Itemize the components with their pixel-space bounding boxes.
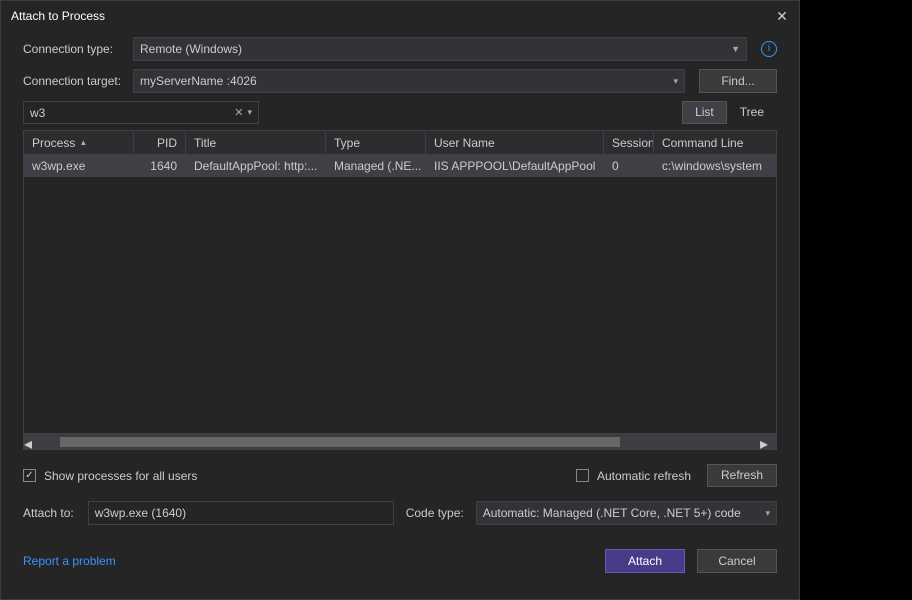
dialog-title: Attach to Process bbox=[11, 9, 105, 23]
report-problem-link[interactable]: Report a problem bbox=[23, 554, 116, 568]
grid-header: Process ▲ PID Title Type User Name Sessi… bbox=[24, 131, 776, 155]
refresh-button[interactable]: Refresh bbox=[707, 464, 777, 487]
filter-input[interactable]: w3 ✕ ▾ bbox=[23, 101, 259, 124]
column-pid[interactable]: PID bbox=[134, 131, 186, 154]
column-process[interactable]: Process ▲ bbox=[24, 131, 134, 154]
scroll-thumb[interactable] bbox=[60, 437, 620, 447]
title-bar: Attach to Process ✕ bbox=[1, 1, 799, 31]
horizontal-scrollbar[interactable]: ◂ ▸ bbox=[24, 433, 776, 449]
code-type-combo[interactable]: Automatic: Managed (.NET Core, .NET 5+) … bbox=[476, 501, 777, 525]
filter-value: w3 bbox=[30, 106, 45, 120]
process-grid: Process ▲ PID Title Type User Name Sessi… bbox=[23, 130, 777, 450]
cell-cmd: c:\windows\system bbox=[654, 155, 776, 177]
column-type[interactable]: Type bbox=[326, 131, 426, 154]
cell-title: DefaultAppPool: http:... bbox=[186, 155, 326, 177]
cell-type: Managed (.NE... bbox=[326, 155, 426, 177]
connection-type-value: Remote (Windows) bbox=[140, 42, 242, 56]
connection-target-value: myServerName :4026 bbox=[140, 74, 257, 88]
cancel-button[interactable]: Cancel bbox=[697, 549, 777, 573]
table-row[interactable]: w3wp.exe 1640 DefaultAppPool: http:... M… bbox=[24, 155, 776, 177]
connection-type-label: Connection type: bbox=[23, 42, 133, 56]
show-all-users-label: Show processes for all users bbox=[44, 469, 197, 483]
automatic-refresh-checkbox[interactable] bbox=[576, 469, 589, 482]
code-type-label: Code type: bbox=[406, 506, 464, 520]
scroll-left-icon[interactable]: ◂ bbox=[24, 434, 40, 449]
automatic-refresh-label: Automatic refresh bbox=[597, 469, 691, 483]
cell-user: IIS APPPOOL\DefaultAppPool bbox=[426, 155, 604, 177]
attach-to-input[interactable]: w3wp.exe (1640) bbox=[88, 501, 394, 525]
list-toggle[interactable]: List bbox=[682, 101, 727, 124]
connection-type-combo[interactable]: Remote (Windows) ▼ bbox=[133, 37, 747, 61]
attach-button[interactable]: Attach bbox=[605, 549, 685, 573]
clear-icon[interactable]: ✕ bbox=[234, 106, 243, 119]
chevron-down-icon: ▾ bbox=[765, 508, 770, 519]
connection-target-label: Connection target: bbox=[23, 74, 133, 88]
info-icon[interactable]: i bbox=[761, 41, 777, 57]
connection-target-combo[interactable]: myServerName :4026 ▾ bbox=[133, 69, 685, 93]
chevron-down-icon: ▼ bbox=[731, 44, 740, 54]
cell-pid: 1640 bbox=[134, 155, 186, 177]
code-type-value: Automatic: Managed (.NET Core, .NET 5+) … bbox=[483, 506, 741, 520]
attach-to-label: Attach to: bbox=[23, 506, 74, 520]
attach-to-process-dialog: Attach to Process ✕ Connection type: Rem… bbox=[0, 0, 800, 600]
chevron-down-icon: ▾ bbox=[673, 76, 678, 87]
cell-process: w3wp.exe bbox=[24, 155, 134, 177]
tree-toggle[interactable]: Tree bbox=[727, 101, 777, 124]
close-icon[interactable]: ✕ bbox=[775, 8, 789, 25]
cell-session: 0 bbox=[604, 155, 654, 177]
attach-to-value: w3wp.exe (1640) bbox=[95, 506, 186, 520]
column-title[interactable]: Title bbox=[186, 131, 326, 154]
column-session[interactable]: Session bbox=[604, 131, 654, 154]
chevron-down-icon[interactable]: ▾ bbox=[247, 107, 252, 118]
column-user[interactable]: User Name bbox=[426, 131, 604, 154]
column-cmd[interactable]: Command Line bbox=[654, 131, 776, 154]
show-all-users-checkbox[interactable] bbox=[23, 469, 36, 482]
scroll-right-icon[interactable]: ▸ bbox=[760, 434, 776, 449]
find-button[interactable]: Find... bbox=[699, 69, 777, 93]
sort-asc-icon: ▲ bbox=[79, 138, 87, 147]
